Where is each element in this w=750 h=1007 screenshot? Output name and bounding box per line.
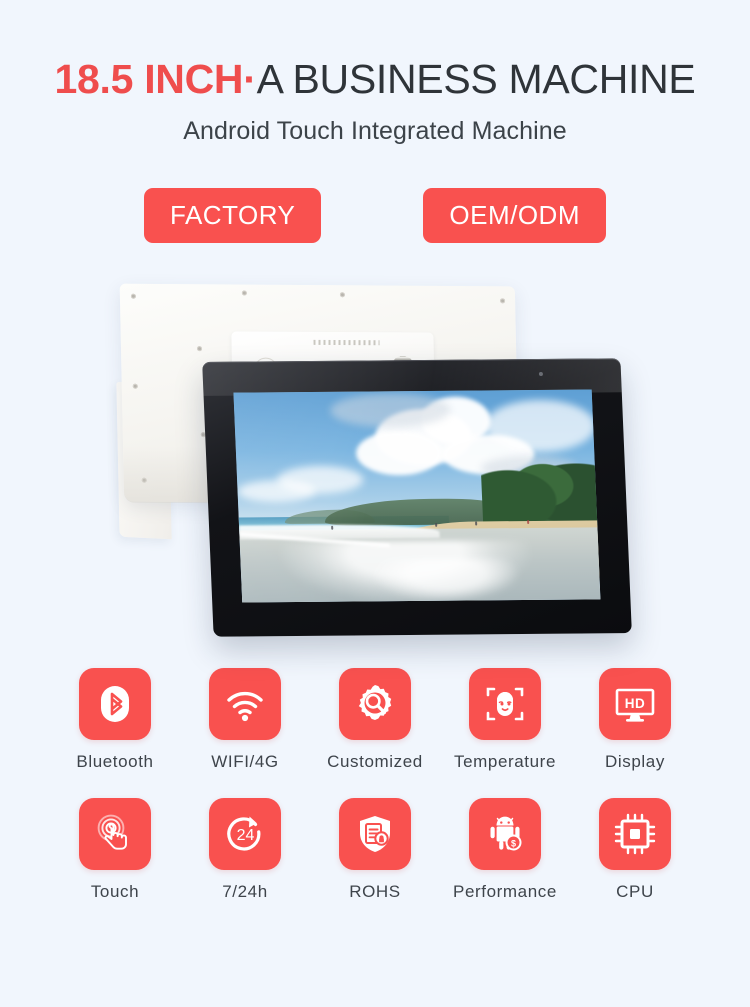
camera-icon xyxy=(538,372,544,377)
customized-tile[interactable] xyxy=(339,668,411,741)
feature-grid: Bluetooth WIFI/4G Customized Temperature… xyxy=(0,660,750,902)
rohs-tile[interactable] xyxy=(339,798,411,871)
touch-tile[interactable] xyxy=(79,798,151,871)
vent-holes xyxy=(313,339,380,346)
screw xyxy=(130,293,136,299)
svg-text:$: $ xyxy=(511,839,516,849)
screw xyxy=(500,298,506,304)
feature-label: Temperature xyxy=(453,752,557,772)
beach-person xyxy=(435,522,438,527)
product-banner-page: 18.5 INCH·A BUSINESS MACHINE Android Tou… xyxy=(0,0,750,1007)
page-title-accent: 18.5 INCH· xyxy=(54,56,257,102)
feature-row-2: Touch 24 7/24h ROHS $ Performance CPU xyxy=(0,798,750,902)
cpu-chip-icon xyxy=(614,813,656,855)
clock-24-icon: 24 xyxy=(227,816,261,851)
feature-label: 7/24h xyxy=(222,882,268,902)
feature-customized[interactable]: Customized xyxy=(310,668,440,772)
feature-label: Performance xyxy=(453,882,557,902)
wifi-icon xyxy=(227,691,263,722)
device-screen xyxy=(233,389,601,603)
page-title-rest: A BUSINESS MACHINE xyxy=(256,56,696,102)
hd-monitor-icon: HD xyxy=(615,688,655,722)
feature-bluetooth[interactable]: Bluetooth xyxy=(50,668,180,772)
gear-search-icon xyxy=(358,685,392,721)
feature-label: Bluetooth xyxy=(76,752,154,772)
palm-trees xyxy=(479,441,601,527)
svg-text:24: 24 xyxy=(237,827,255,844)
page-subtitle: Android Touch Integrated Machine xyxy=(183,117,567,146)
feature-cpu[interactable]: CPU xyxy=(570,798,700,902)
display-tile[interactable]: HD xyxy=(599,668,671,741)
svg-text:HD: HD xyxy=(625,696,646,711)
face-scan-icon xyxy=(486,687,524,721)
factory-badge[interactable]: FACTORY xyxy=(144,188,322,244)
bluetooth-icon xyxy=(101,686,129,723)
beach-person xyxy=(527,520,530,525)
device-front-tablet xyxy=(202,358,632,637)
clock-24-tile[interactable]: 24 xyxy=(209,798,281,871)
feature-touch[interactable]: Touch xyxy=(50,798,180,902)
cpu-tile[interactable] xyxy=(599,798,671,871)
bluetooth-tile[interactable] xyxy=(79,668,151,741)
hero-product-image xyxy=(0,265,750,660)
feature-724h[interactable]: 24 7/24h xyxy=(180,798,310,902)
badge-row: FACTORY OEM/ODM xyxy=(0,188,750,244)
feature-label: CPU xyxy=(616,882,654,902)
page-title: 18.5 INCH·A BUSINESS MACHINE xyxy=(0,56,750,102)
feature-performance[interactable]: $ Performance xyxy=(440,798,570,902)
screw xyxy=(132,383,138,389)
temperature-tile[interactable] xyxy=(469,668,541,741)
feature-label: WIFI/4G xyxy=(211,752,279,772)
screw xyxy=(241,290,247,296)
screw xyxy=(339,292,345,298)
performance-tile[interactable]: $ xyxy=(469,798,541,871)
cloud-reflection xyxy=(370,558,523,603)
feature-label: Display xyxy=(605,752,665,772)
header: 18.5 INCH·A BUSINESS MACHINE Android Tou… xyxy=(0,0,750,146)
feature-display[interactable]: HD Display xyxy=(570,668,700,772)
oem-odm-badge[interactable]: OEM/ODM xyxy=(423,188,606,244)
screw xyxy=(196,346,203,352)
shield-document-icon xyxy=(360,816,390,853)
feature-temperature[interactable]: Temperature xyxy=(440,668,570,772)
feature-row-1: Bluetooth WIFI/4G Customized Temperature… xyxy=(0,668,750,772)
feature-label: Customized xyxy=(327,752,423,772)
touch-hand-icon xyxy=(97,814,127,850)
feature-rohs[interactable]: ROHS xyxy=(310,798,440,902)
feature-label: Touch xyxy=(90,882,140,902)
android-robot-icon: $ xyxy=(490,816,522,851)
wifi-tile[interactable] xyxy=(209,668,281,741)
beach-person xyxy=(475,521,478,526)
screw xyxy=(141,477,147,483)
beach-person xyxy=(331,525,334,530)
feature-label: ROHS xyxy=(349,882,401,902)
feature-wifi[interactable]: WIFI/4G xyxy=(180,668,310,772)
